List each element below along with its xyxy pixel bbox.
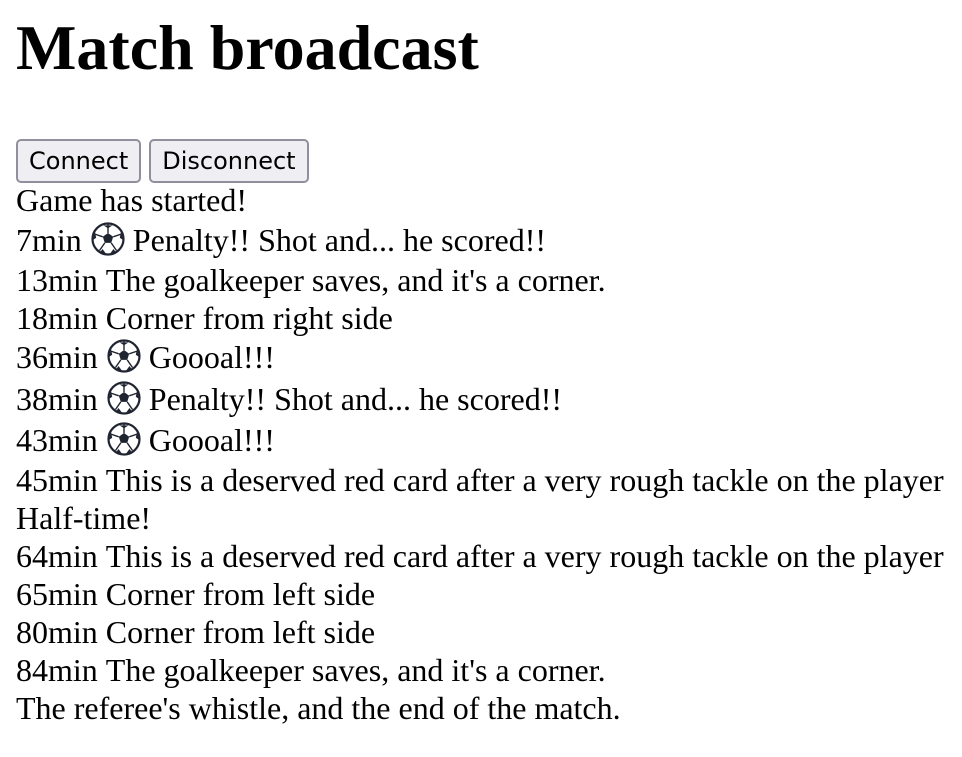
event-line: 45min This is a deserved red card after a… xyxy=(16,461,944,499)
event-minute: 65min xyxy=(16,576,98,612)
event-line: 84min The goalkeeper saves, and it's a co… xyxy=(16,651,944,689)
event-line: Half-time! xyxy=(16,499,944,537)
page-title: Match broadcast xyxy=(16,12,479,83)
event-minute: 18min xyxy=(16,299,98,336)
event-text: Half-time! xyxy=(16,500,152,536)
disconnect-button[interactable]: Disconnect xyxy=(149,139,309,183)
soccer-ball-icon xyxy=(107,381,141,415)
event-text: Goooal!!! xyxy=(148,339,275,376)
soccer-ball-icon xyxy=(107,339,141,373)
event-line: Game has started! xyxy=(16,181,944,219)
event-minute: 80min xyxy=(16,614,98,650)
event-line: 65min Corner from left side xyxy=(16,575,944,613)
soccer-ball-icon xyxy=(107,422,141,456)
event-text: Corner from left side xyxy=(105,614,376,650)
event-text: Game has started! xyxy=(16,182,248,218)
connect-button[interactable]: Connect xyxy=(16,139,142,183)
event-line: 36min Goooal!!! xyxy=(16,337,944,379)
event-minute: 64min xyxy=(16,538,98,574)
event-line: The referee's whistle, and the end of th… xyxy=(16,689,944,727)
event-line: 80min Corner from left side xyxy=(16,613,944,651)
event-line: 38min Penalty!! Shot and... he scored!! xyxy=(16,378,944,420)
event-text: The referee's whistle, and the end of th… xyxy=(16,690,621,726)
event-minute: 84min xyxy=(16,652,98,688)
soccer-ball-icon xyxy=(91,222,125,256)
event-text: Goooal!!! xyxy=(148,422,275,459)
event-line: 43min Goooal!!! xyxy=(16,420,944,462)
event-line: 18min Corner from right side xyxy=(16,299,944,337)
event-line: 13min The goalkeeper saves, and it's a co… xyxy=(16,261,944,299)
event-text: Corner from left side xyxy=(105,576,376,612)
event-text: This is a deserved red card after a very… xyxy=(105,462,944,498)
event-text: Corner from right side xyxy=(105,299,393,336)
event-minute: 38min xyxy=(16,380,98,417)
event-text: The goalkeeper saves, and it's a corner. xyxy=(105,652,606,688)
event-text: The goalkeeper saves, and it's a corner. xyxy=(105,261,606,298)
connection-controls: Connect Disconnect xyxy=(16,139,309,183)
event-line: 7min Penalty!! Shot and... he scored!! xyxy=(16,219,944,261)
event-minute: 45min xyxy=(16,462,98,498)
event-minute: 43min xyxy=(16,422,98,459)
event-minute: 7min xyxy=(16,221,82,258)
event-minute: 36min xyxy=(16,339,98,376)
event-text: Penalty!! Shot and... he scored!! xyxy=(148,380,562,417)
event-text: Penalty!! Shot and... he scored!! xyxy=(132,221,546,258)
match-event-log: Game has started! 7min Penalty!! Shot and… xyxy=(16,181,944,727)
event-text: This is a deserved red card after a very… xyxy=(105,538,944,574)
event-line: 64min This is a deserved red card after a… xyxy=(16,537,944,575)
event-minute: 13min xyxy=(16,261,98,298)
